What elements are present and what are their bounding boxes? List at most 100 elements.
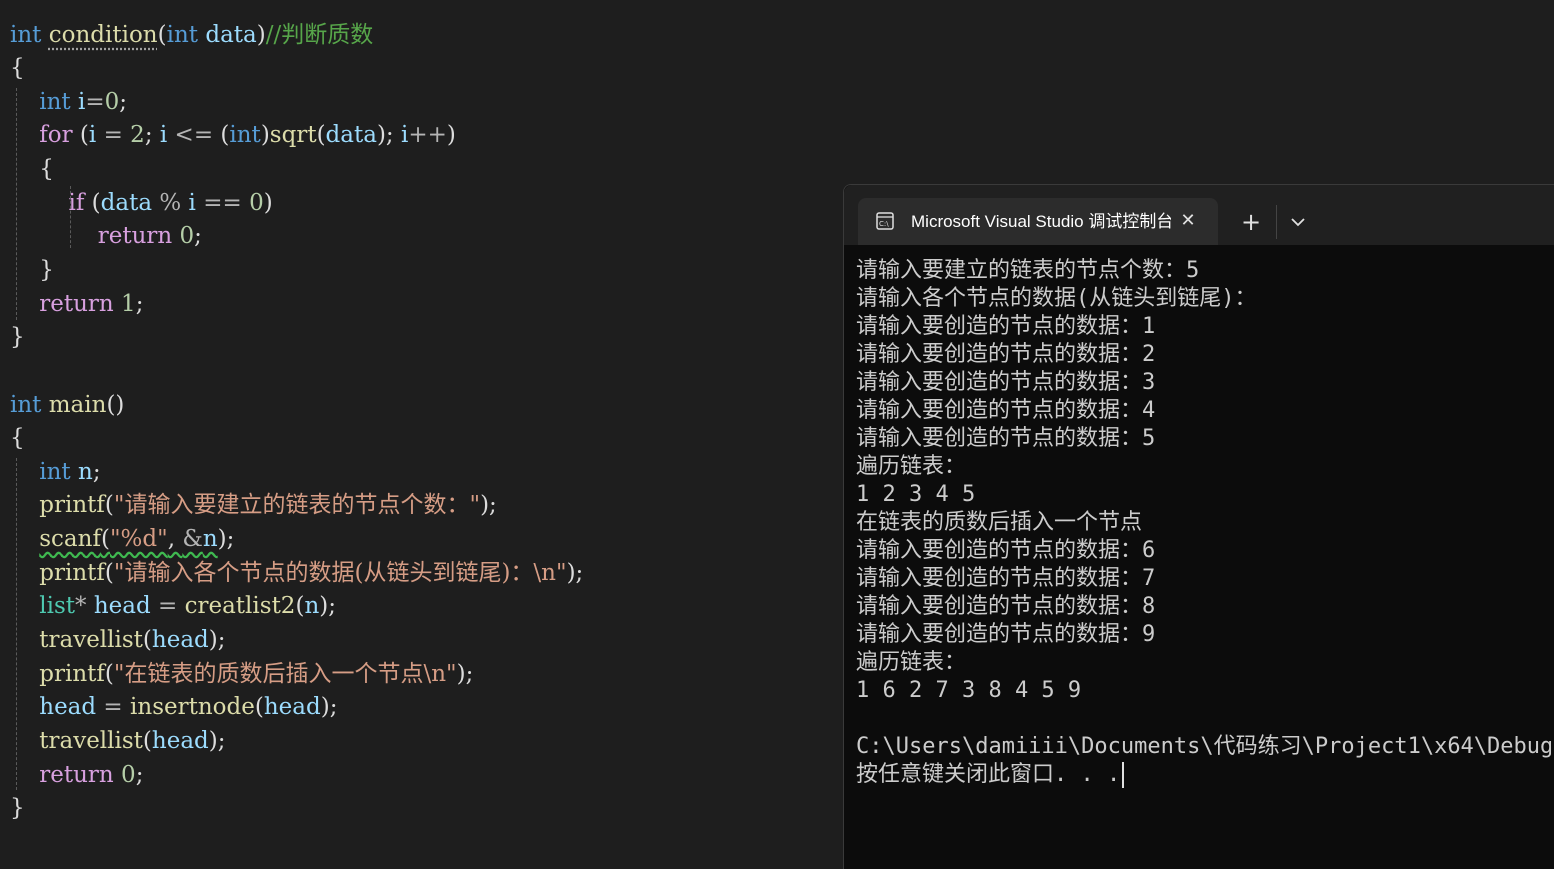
code-token: }: [10, 795, 25, 821]
code-token: (: [100, 526, 110, 552]
console-line: 请输入要创造的节点的数据：4: [856, 397, 1551, 425]
code-token: *: [75, 593, 94, 619]
code-token: 2: [130, 122, 145, 148]
code-token: &: [182, 526, 203, 552]
console-line: 在链表的质数后插入一个节点: [856, 509, 1551, 537]
code-token: (: [157, 22, 167, 48]
code-token: );: [208, 627, 226, 653]
code-token: printf: [39, 560, 105, 586]
code-editor[interactable]: int condition(int data)//判断质数{ int i=0; …: [0, 0, 842, 869]
code-token: "%d": [109, 526, 168, 552]
console-line-text: 请输入各个节点的数据(从链头到链尾)：: [856, 286, 1257, 311]
code-token: (: [104, 492, 114, 518]
code-token: list: [39, 593, 76, 619]
code-token: (: [104, 560, 114, 586]
code-token: );: [319, 593, 336, 619]
console-line: 请输入要创造的节点的数据：1: [856, 313, 1551, 341]
code-token: int: [166, 22, 199, 48]
debug-console-window[interactable]: C:\ Microsoft Visual Studio 调试控制台 ✕ + 请输…: [843, 184, 1554, 869]
console-line-text: 请输入要创造的节点的数据：5: [856, 426, 1156, 451]
code-token: 0: [249, 190, 264, 216]
code-line: travellist(head);: [10, 724, 225, 758]
code-line: }: [10, 791, 25, 825]
console-line: 遍历链表：: [856, 649, 1551, 677]
code-token: ;: [194, 223, 202, 249]
code-token: );: [480, 492, 497, 518]
code-token: ;: [135, 762, 144, 788]
indent-guide: [16, 458, 17, 790]
close-icon[interactable]: ✕: [1176, 209, 1200, 233]
code-line: head = insertnode(head);: [10, 690, 337, 724]
chevron-down-icon[interactable]: [1283, 208, 1313, 236]
plus-icon[interactable]: +: [1234, 208, 1268, 236]
screen: int condition(int data)//判断质数{ int i=0; …: [0, 0, 1554, 869]
console-line: 请输入要创造的节点的数据：2: [856, 341, 1551, 369]
code-token: head: [93, 593, 151, 619]
code-token: (: [84, 190, 101, 216]
code-token: ): [446, 122, 456, 148]
indent-guide: [70, 186, 71, 248]
code-token: travellist: [39, 728, 143, 754]
code-token: int: [10, 22, 42, 48]
code-line: printf("请输入要建立的链表的节点个数：");: [10, 488, 497, 522]
code-token: travellist: [39, 627, 143, 653]
code-line: int i=0;: [10, 85, 127, 119]
code-token: printf: [39, 661, 105, 687]
code-token: ;: [144, 122, 160, 148]
console-line-text: 按任意键关闭此窗口. . .: [856, 762, 1121, 787]
svg-text:C:\: C:\: [879, 220, 889, 228]
code-token: ): [256, 22, 266, 48]
code-token: data: [100, 190, 153, 216]
console-line: 请输入要创造的节点的数据：8: [856, 593, 1551, 621]
code-token: );: [217, 526, 235, 552]
console-line-text: 1 6 2 7 3 8 4 5 9: [856, 678, 1082, 703]
code-token: ,: [167, 526, 183, 552]
code-token: condition: [48, 22, 158, 48]
code-token: printf: [39, 492, 105, 518]
console-line: 遍历链表：: [856, 453, 1551, 481]
code-line: return 1;: [10, 287, 143, 321]
code-token: n: [202, 526, 218, 552]
console-line-text: 请输入要创造的节点的数据：3: [856, 370, 1156, 395]
code-token: head: [151, 728, 209, 754]
console-line: 按任意键关闭此窗口. . .: [856, 761, 1551, 789]
code-line: printf("在链表的质数后插入一个节点\n");: [10, 657, 473, 691]
console-output[interactable]: 请输入要建立的链表的节点个数：5 请输入各个节点的数据(从链头到链尾)： 请输入要创…: [856, 257, 1551, 857]
code-line: return 0;: [10, 758, 143, 792]
code-line: {: [10, 421, 25, 455]
code-token: scanf: [39, 526, 101, 552]
code-token: (: [254, 694, 264, 720]
console-line: 请输入各个节点的数据(从链头到链尾)：: [856, 285, 1551, 313]
code-token: head: [151, 627, 209, 653]
code-token: 0: [104, 89, 120, 115]
code-line: int main(): [10, 388, 124, 422]
code-line: int condition(int data)//判断质数: [10, 18, 373, 52]
code-token: <=: [167, 122, 221, 148]
tab-debug-console[interactable]: C:\ Microsoft Visual Studio 调试控制台 ✕: [858, 198, 1218, 245]
code-token: 0: [179, 223, 195, 249]
code-token: int: [39, 89, 71, 115]
code-token: %: [152, 190, 189, 216]
console-line-text: 遍历链表：: [856, 650, 967, 675]
console-line-text: 请输入要创造的节点的数据：2: [856, 342, 1156, 367]
code-token: data: [205, 22, 257, 48]
code-token: 1: [121, 291, 136, 317]
console-app-icon: C:\: [876, 212, 894, 230]
console-line-text: 请输入要创造的节点的数据：6: [856, 538, 1156, 563]
tab-title: Microsoft Visual Studio 调试控制台: [911, 212, 1171, 231]
console-line: C:\Users\damiiii\Documents\代码练习\Project1…: [856, 733, 1551, 761]
code-line: printf("请输入各个节点的数据(从链头到链尾)：\n");: [10, 556, 583, 590]
code-token: );: [376, 122, 401, 148]
